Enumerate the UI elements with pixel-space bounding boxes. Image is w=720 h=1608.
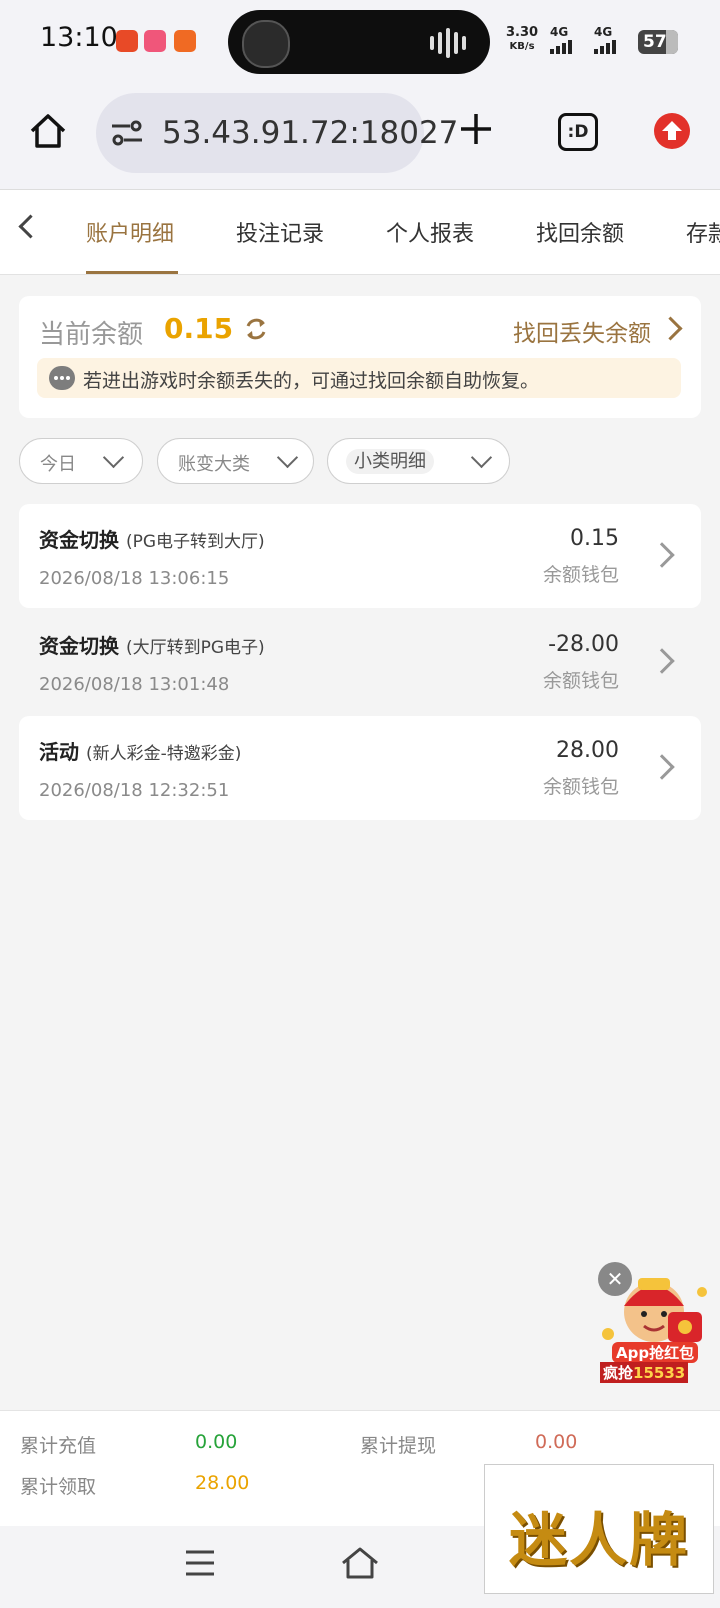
record-title: 资金切换: [39, 634, 119, 658]
balance-card: 当前余额 0.15 找回丢失余额 若进出游戏时余额丢失的，可通过找回余额自助恢复…: [19, 296, 701, 418]
ad-line-2: 疯抢15533: [600, 1362, 689, 1383]
new-tab-icon[interactable]: [458, 111, 494, 147]
record-amount: -28.00: [548, 632, 619, 657]
withdraw-label: 累计提现: [360, 1435, 437, 1457]
watermark-logo: 迷人牌: [484, 1464, 714, 1594]
date-filter-label: 今日: [40, 454, 76, 475]
tab-bet-record[interactable]: 投注记录: [236, 216, 324, 248]
claim-label: 累计领取: [20, 1476, 97, 1498]
tabs-button[interactable]: :D: [558, 113, 598, 151]
balance-label: 当前余额: [39, 320, 144, 350]
category-filter[interactable]: 账变大类: [157, 438, 314, 484]
record-time: 2026/08/18 13:06:15: [39, 568, 230, 589]
list-item[interactable]: 资金切换 (大厅转到PG电子) 2026/08/18 13:01:48 -28.…: [19, 610, 701, 714]
network-speed: 3.30 KB/s: [506, 25, 539, 53]
chevron-right-icon[interactable]: [649, 542, 675, 568]
withdraw-value: 0.00: [535, 1431, 578, 1453]
category-filter-label: 账变大类: [178, 454, 250, 475]
list-item[interactable]: 活动 (新人彩金-特邀彩金) 2026/08/18 12:32:51 28.00…: [19, 716, 701, 820]
tab-personal-report[interactable]: 个人报表: [386, 216, 474, 248]
balance-tip: 若进出游戏时余额丢失的，可通过找回余额自助恢复。: [37, 358, 681, 398]
home-icon[interactable]: [28, 111, 68, 151]
update-icon[interactable]: [654, 113, 690, 149]
listen-app-icon: [116, 30, 138, 52]
subcategory-filter-label: 小类明细: [346, 449, 434, 474]
menu-icon[interactable]: [184, 1548, 216, 1578]
address-bar[interactable]: 53.43.91.72:18027: [96, 93, 458, 173]
audio-wave-icon: [430, 28, 470, 58]
tab-account-detail[interactable]: 账户明细: [86, 216, 174, 248]
recharge-label: 累计充值: [20, 1435, 97, 1457]
message-icon: [49, 366, 75, 390]
record-amount: 0.15: [570, 526, 619, 551]
ad-line-1: App抢红包: [612, 1342, 699, 1363]
battery-icon: 57: [638, 30, 678, 54]
media-avatar-icon: [242, 20, 290, 68]
home-nav-icon[interactable]: [340, 1546, 380, 1580]
chevron-right-icon[interactable]: [649, 648, 675, 674]
browser-toolbar: 53.43.91.72:18027 :D: [0, 85, 720, 190]
tab-recover-balance[interactable]: 找回余额: [536, 216, 624, 248]
record-detail: (PG电子转到大厅): [125, 532, 265, 552]
record-time: 2026/08/18 13:01:48: [39, 674, 230, 695]
list-item[interactable]: 资金切换 (PG电子转到大厅) 2026/08/18 13:06:15 0.15…: [19, 504, 701, 608]
balance-value: 0.15: [164, 312, 234, 345]
recharge-value: 0.00: [195, 1431, 238, 1453]
record-amount: 28.00: [556, 738, 619, 763]
status-time: 13:10: [40, 22, 118, 53]
record-wallet: 余额钱包: [542, 776, 619, 798]
dynamic-island[interactable]: [228, 10, 490, 74]
record-title: 资金切换: [39, 528, 119, 552]
record-wallet: 余额钱包: [542, 670, 619, 692]
kuaishou-app-icon: [174, 30, 196, 52]
record-detail: (大厅转到PG电子): [125, 638, 265, 658]
refresh-icon[interactable]: [243, 316, 269, 342]
subcategory-filter[interactable]: 小类明细: [327, 438, 510, 484]
watermark-text: 迷人牌: [509, 1506, 690, 1574]
chevron-down-icon: [276, 446, 299, 469]
record-wallet: 余额钱包: [542, 564, 619, 586]
status-bar: 13:10 3.30 KB/s 4G 4G 57: [0, 0, 720, 85]
video-app-icon: [144, 30, 166, 52]
chevron-right-icon[interactable]: [658, 316, 683, 341]
active-tab-indicator: [86, 271, 178, 274]
tab-deposit[interactable]: 存款: [686, 216, 720, 248]
chevron-down-icon: [102, 446, 125, 469]
close-icon[interactable]: ✕: [598, 1262, 632, 1296]
record-time: 2026/08/18 12:32:51: [39, 780, 230, 801]
claim-value: 28.00: [195, 1472, 250, 1494]
chevron-down-icon: [470, 446, 493, 469]
back-icon[interactable]: [18, 214, 43, 239]
tab-navigation: 账户明细 投注记录 个人报表 找回余额 存款: [0, 190, 720, 275]
url-text: 53.43.91.72:18027: [162, 115, 459, 151]
record-title: 活动: [39, 740, 79, 764]
signal-2: 4G: [594, 26, 618, 54]
red-packet-ad[interactable]: App抢红包 疯抢15533 ✕: [598, 1262, 712, 1383]
recover-lost-balance-link[interactable]: 找回丢失余额: [513, 314, 651, 348]
chevron-right-icon[interactable]: [649, 754, 675, 780]
record-detail: (新人彩金-特邀彩金): [85, 744, 242, 764]
signal-1: 4G: [550, 26, 574, 54]
tip-text: 若进出游戏时余额丢失的，可通过找回余额自助恢复。: [83, 370, 540, 392]
date-filter[interactable]: 今日: [19, 438, 143, 484]
site-settings-icon[interactable]: [110, 119, 144, 147]
